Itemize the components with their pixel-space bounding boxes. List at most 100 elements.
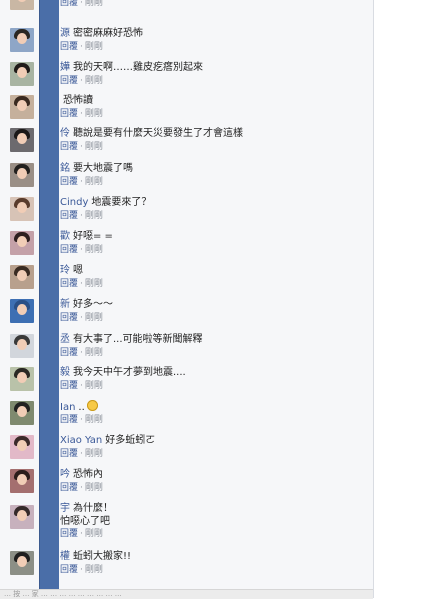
name-redaction-bar (39, 0, 59, 598)
commenter-name[interactable]: 宇 (60, 503, 70, 514)
comment-time[interactable]: 剛剛 (85, 142, 103, 152)
reply-link[interactable]: 回覆 (60, 109, 78, 119)
comment-text: 嗯 (73, 265, 83, 276)
separator: · (80, 109, 83, 119)
separator: · (80, 211, 83, 221)
reply-link[interactable]: 回覆 (60, 381, 78, 391)
reply-link[interactable]: 回覆 (60, 348, 78, 358)
commenter-name[interactable]: Xiao Yan (60, 435, 102, 446)
commenter-name[interactable]: Cindy (60, 197, 88, 208)
avatar[interactable] (10, 367, 34, 391)
comment-text: 好多蚯蚓ㄛ (105, 435, 156, 446)
comment-time[interactable]: 剛剛 (85, 449, 103, 459)
avatar[interactable] (10, 163, 34, 187)
reply-link[interactable]: 回覆 (60, 483, 78, 493)
commenter-name[interactable]: 權 (60, 551, 70, 562)
reply-link[interactable]: 回覆 (60, 177, 78, 187)
comment-text: 為什麼！ (73, 503, 113, 514)
commenter-name[interactable]: 丞 (60, 334, 70, 345)
reply-link[interactable]: 回覆 (60, 449, 78, 459)
commenter-name[interactable]: 嬅 (60, 62, 70, 73)
reply-link[interactable]: 回覆 (60, 0, 78, 8)
comment-time[interactable]: 剛剛 (85, 211, 103, 221)
commenter-name[interactable]: 歡 (60, 231, 70, 242)
separator: · (80, 449, 83, 459)
comment-actions: 回覆 · 剛剛 (60, 381, 103, 392)
comment-time[interactable]: 剛剛 (85, 529, 103, 539)
separator: · (80, 177, 83, 187)
avatar[interactable] (10, 95, 34, 119)
avatar[interactable] (10, 334, 34, 358)
reply-link[interactable]: 回覆 (60, 279, 78, 289)
commenter-name[interactable]: 源 (60, 28, 70, 39)
comment-actions: 回覆 · 剛剛 (60, 109, 103, 120)
reply-link[interactable]: 回覆 (60, 211, 78, 221)
commenter-name[interactable]: 吟 (60, 469, 70, 480)
avatar[interactable] (10, 231, 34, 255)
comment-text: 恐怖內 (73, 469, 103, 480)
comment-time[interactable]: 剛剛 (85, 245, 103, 255)
reply-link[interactable]: 回覆 (60, 142, 78, 152)
comment-text-line2: 怕噁心了吧 (60, 515, 365, 528)
reply-link[interactable]: 回覆 (60, 313, 78, 323)
comment-time[interactable]: 剛剛 (85, 177, 103, 187)
comment-actions: 回覆 · 剛剛 (60, 415, 103, 426)
comment-actions: 回覆 · 剛剛 (60, 211, 103, 222)
comment-text: 蚯蚓大搬家!! (73, 551, 132, 562)
avatar[interactable] (10, 435, 34, 459)
comment-text: 要大地震了嗎 (73, 163, 133, 174)
comment-time[interactable]: 剛剛 (85, 42, 103, 52)
avatar[interactable] (10, 265, 34, 289)
scared-face-emoji-icon (86, 400, 98, 411)
comment-actions: 回覆 · 剛剛 (60, 483, 103, 494)
avatar[interactable] (10, 299, 34, 323)
commenter-name[interactable]: Ian (60, 402, 75, 413)
avatar[interactable] (10, 28, 34, 52)
avatar[interactable] (10, 505, 34, 529)
avatar[interactable] (10, 551, 34, 575)
separator: · (80, 245, 83, 255)
comment-actions: 回覆 · 剛剛 (60, 348, 103, 359)
comment-time[interactable]: 剛剛 (85, 381, 103, 391)
avatar[interactable] (10, 401, 34, 425)
comment-time[interactable]: 剛剛 (85, 565, 103, 575)
comment-text: 地震要來了？ (91, 197, 152, 208)
separator: · (80, 565, 83, 575)
comment-time[interactable]: 剛剛 (85, 76, 103, 86)
avatar[interactable] (10, 128, 34, 152)
comment-actions: 回覆 · 剛剛 (60, 565, 103, 576)
status-text: … 按 … 家 … … … … … … … … … (4, 590, 122, 598)
comment-text: 好多～～ (73, 299, 113, 310)
comment-actions: 回覆 · 剛剛 (60, 0, 103, 9)
comment-time[interactable]: 剛剛 (85, 483, 103, 493)
comment-time[interactable]: 剛剛 (85, 348, 103, 358)
separator: · (80, 529, 83, 539)
reply-link[interactable]: 回覆 (60, 565, 78, 575)
comment-actions: 回覆 · 剛剛 (60, 529, 103, 540)
separator: · (80, 279, 83, 289)
avatar[interactable] (10, 197, 34, 221)
comment-time[interactable]: 剛剛 (85, 279, 103, 289)
reply-link[interactable]: 回覆 (60, 42, 78, 52)
comment-time[interactable]: 剛剛 (85, 0, 103, 8)
reply-link[interactable]: 回覆 (60, 245, 78, 255)
commenter-name[interactable]: 玲 (60, 265, 70, 276)
avatar[interactable] (10, 0, 34, 10)
comment-actions: 回覆 · 剛剛 (60, 142, 103, 153)
commenter-name[interactable]: 毅 (60, 367, 70, 378)
reply-link[interactable]: 回覆 (60, 415, 78, 425)
comment-time[interactable]: 剛剛 (85, 313, 103, 323)
separator: · (80, 76, 83, 86)
separator: · (80, 348, 83, 358)
commenter-name[interactable]: 銘 (60, 163, 70, 174)
comment-time[interactable]: 剛剛 (85, 415, 103, 425)
comment-text: 恐怖讀 (63, 95, 93, 106)
reply-link[interactable]: 回覆 (60, 76, 78, 86)
comment-text: 密密麻麻好恐怖 (73, 28, 143, 39)
commenter-name[interactable]: 伶 (60, 128, 70, 139)
commenter-name[interactable]: 新 (60, 299, 70, 310)
avatar[interactable] (10, 469, 34, 493)
avatar[interactable] (10, 62, 34, 86)
comment-time[interactable]: 剛剛 (85, 109, 103, 119)
reply-link[interactable]: 回覆 (60, 529, 78, 539)
